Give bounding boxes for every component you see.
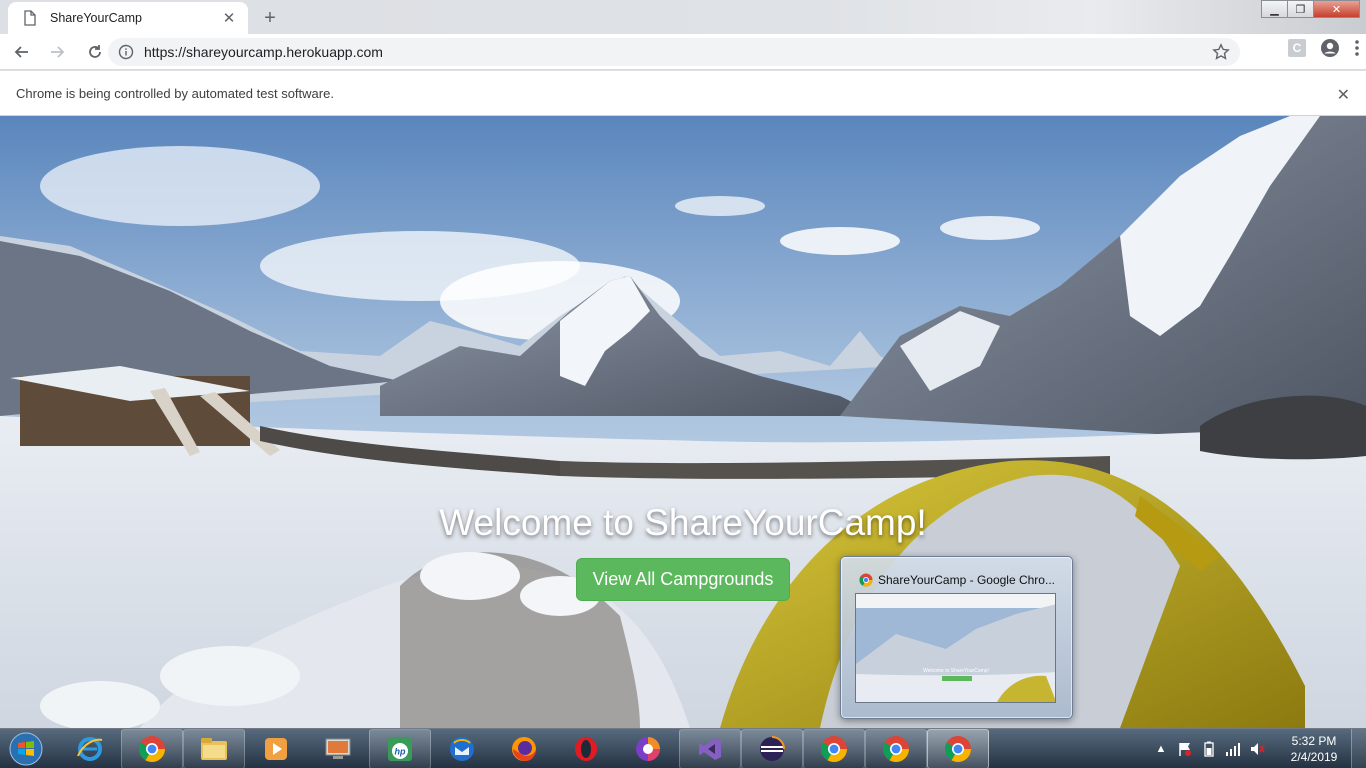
action-center-flag-icon[interactable] bbox=[1175, 739, 1195, 759]
close-tab-icon[interactable]: ✕ bbox=[220, 9, 238, 27]
hero-background-image bbox=[0, 116, 1366, 728]
internet-explorer-icon[interactable] bbox=[59, 729, 121, 768]
tab-title: ShareYourCamp bbox=[50, 11, 142, 25]
show-desktop-button[interactable] bbox=[1351, 729, 1366, 768]
visual-studio-icon[interactable] bbox=[679, 729, 741, 768]
profile-icon[interactable] bbox=[1320, 38, 1340, 58]
firefox-icon[interactable] bbox=[493, 729, 555, 768]
app-circle-icon[interactable] bbox=[617, 729, 679, 768]
extension-icon[interactable]: C bbox=[1288, 39, 1306, 57]
browser-toolbar: https://shareyourcamp.herokuapp.com C bbox=[0, 34, 1366, 70]
page-icon bbox=[24, 10, 36, 26]
preview-heading: Welcome to ShareYourCamp! bbox=[923, 668, 989, 674]
opera-icon[interactable] bbox=[555, 729, 617, 768]
close-infobar-icon[interactable]: ✕ bbox=[1337, 85, 1350, 105]
clock-date: 2/4/2019 bbox=[1290, 750, 1338, 764]
restore-button[interactable]: ❐ bbox=[1287, 0, 1314, 18]
svg-text:hp: hp bbox=[395, 747, 406, 757]
preview-screenshot: Welcome to ShareYourCamp! bbox=[855, 593, 1056, 703]
taskbar-window-preview[interactable]: ShareYourCamp - Google Chro... Welcome t… bbox=[840, 556, 1073, 719]
show-hidden-icons-icon[interactable]: ▲ bbox=[1151, 739, 1171, 759]
info-icon[interactable] bbox=[118, 44, 134, 60]
chrome-window-icon[interactable] bbox=[803, 729, 865, 768]
reload-icon[interactable] bbox=[79, 36, 111, 68]
media-player-icon[interactable] bbox=[245, 729, 307, 768]
file-explorer-icon[interactable] bbox=[183, 729, 245, 768]
minimize-button[interactable]: ▁ bbox=[1261, 0, 1288, 18]
menu-dots-icon[interactable] bbox=[1354, 39, 1360, 57]
remote-desktop-icon[interactable] bbox=[307, 729, 369, 768]
landing-page: Welcome to ShareYourCamp! View All Campg… bbox=[0, 116, 1366, 728]
bookmark-star-icon[interactable] bbox=[1212, 43, 1230, 61]
infobar-message: Chrome is being controlled by automated … bbox=[16, 85, 334, 101]
forward-icon[interactable] bbox=[42, 36, 74, 68]
back-icon[interactable] bbox=[5, 36, 37, 68]
address-bar[interactable]: https://shareyourcamp.herokuapp.com bbox=[108, 38, 1240, 66]
welcome-heading: Welcome to ShareYourCamp! bbox=[439, 502, 927, 543]
windows-taskbar: hp ▲ 5:32 PM 2/4/2019 bbox=[0, 728, 1366, 768]
chrome-active-window-icon[interactable] bbox=[927, 729, 989, 768]
clock-time: 5:32 PM bbox=[1291, 734, 1337, 748]
close-window-button[interactable]: ✕ bbox=[1313, 0, 1360, 18]
start-button[interactable] bbox=[4, 731, 48, 767]
view-all-campgrounds-button[interactable]: View All Campgrounds bbox=[575, 558, 791, 601]
url-text: https://shareyourcamp.herokuapp.com bbox=[144, 44, 383, 60]
eclipse-icon[interactable] bbox=[741, 729, 803, 768]
network-signal-icon[interactable] bbox=[1223, 739, 1243, 759]
windows-logo-icon bbox=[9, 732, 43, 766]
new-tab-icon[interactable]: + bbox=[258, 6, 282, 30]
thunderbird-icon[interactable] bbox=[431, 729, 493, 768]
battery-icon[interactable] bbox=[1199, 739, 1219, 759]
window-controls: ▁ ❐ ✕ bbox=[1261, 0, 1360, 18]
browser-tabstrip: ShareYourCamp ✕ + ▁ ❐ ✕ bbox=[0, 0, 1366, 34]
preview-title: ShareYourCamp - Google Chro... bbox=[878, 573, 1055, 587]
chrome-taskbar-icon[interactable] bbox=[121, 729, 183, 768]
chrome-icon bbox=[859, 573, 873, 587]
volume-muted-icon[interactable] bbox=[1247, 739, 1267, 759]
hero-content: Welcome to ShareYourCamp! View All Campg… bbox=[0, 502, 1366, 601]
hp-app-icon[interactable]: hp bbox=[369, 729, 431, 768]
taskbar-clock[interactable]: 5:32 PM 2/4/2019 bbox=[1277, 733, 1351, 765]
browser-tab[interactable]: ShareYourCamp ✕ bbox=[8, 2, 248, 34]
system-tray: ▲ 5:32 PM 2/4/2019 bbox=[1151, 729, 1366, 768]
taskbar-apps: hp bbox=[59, 729, 989, 768]
chrome-window-icon[interactable] bbox=[865, 729, 927, 768]
automation-infobar: Chrome is being controlled by automated … bbox=[0, 71, 1366, 116]
